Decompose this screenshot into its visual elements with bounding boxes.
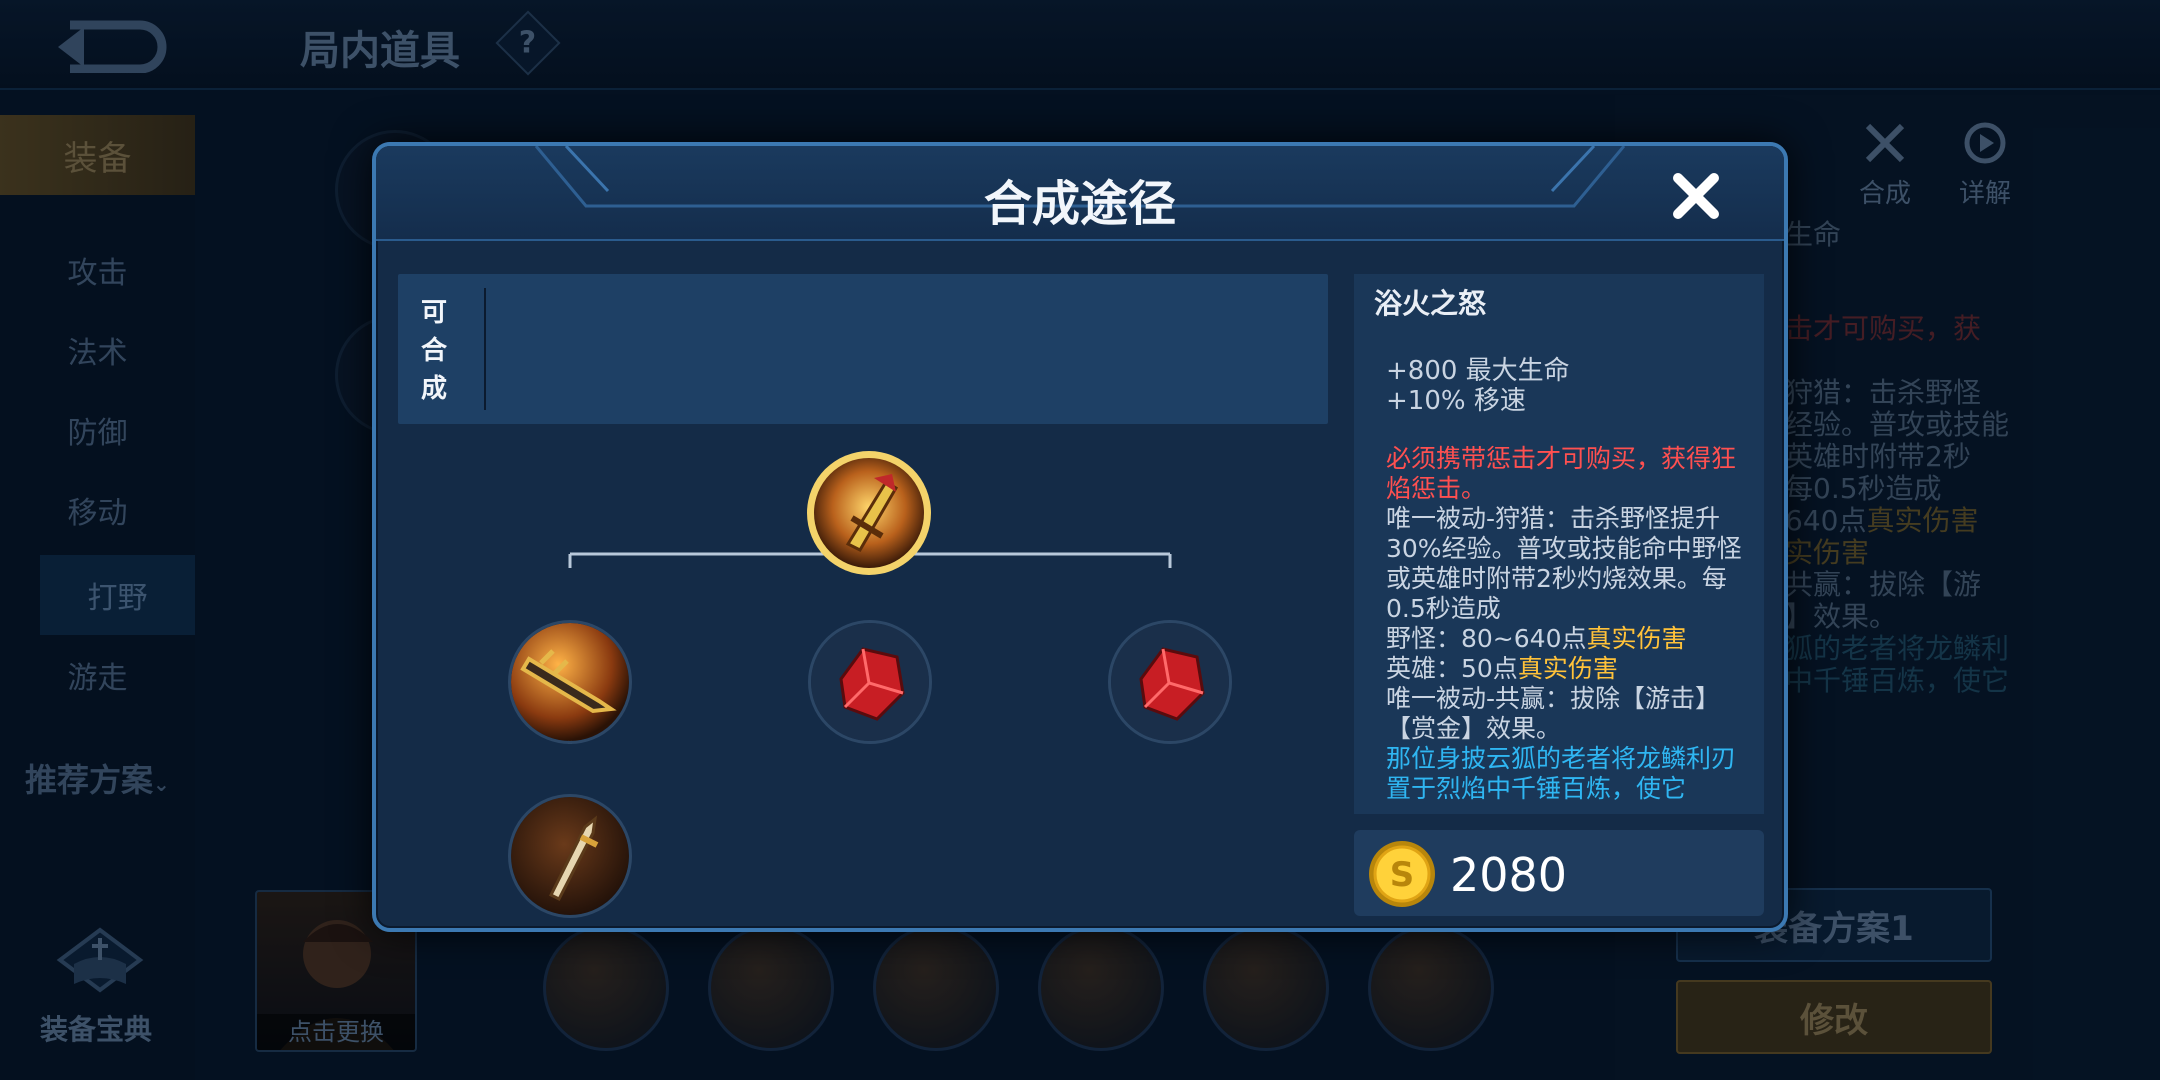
spear-item-icon — [511, 623, 629, 741]
component-node-4[interactable] — [508, 794, 632, 918]
stat-move-speed: +10% 移速 — [1386, 386, 1526, 416]
passive-win-text: 唯一被动-共赢：拔除【游击】【赏金】效果。 — [1386, 684, 1721, 743]
close-icon — [1673, 173, 1719, 219]
component-node-2[interactable] — [808, 620, 932, 744]
red-crystal-item-icon — [1111, 623, 1229, 741]
lore-text: 那位身披云狐的老者将龙鳞利刃置于烈焰中千锤百炼，使它 — [1386, 744, 1737, 803]
item-price: 2080 — [1450, 848, 1568, 902]
requirement-text: 必须携带惩击才可购买，获得狂焰惩击。 — [1386, 444, 1737, 503]
synthesis-path-dialog: 合成途径 可合成 浴火之怒 +800 最大生命 +10% 移速 必须携带惩击才可… — [372, 142, 1788, 932]
item-description: 必须携带惩击才可购买，获得狂焰惩击。 唯一被动-狩猎：击杀野怪提升30%经验。普… — [1386, 444, 1756, 804]
gold-coin-icon: S — [1369, 841, 1435, 907]
fire-blade-item-icon — [807, 451, 931, 575]
true-damage-text: 真实伤害 — [1517, 654, 1618, 683]
final-item-node[interactable] — [804, 448, 934, 578]
synthesis-tree — [376, 436, 1346, 926]
true-damage-text: 真实伤害 — [1586, 624, 1687, 653]
price-box: S 2080 — [1354, 830, 1764, 916]
red-crystal-item-icon — [811, 623, 929, 741]
component-node-1[interactable] — [508, 620, 632, 744]
hero-damage-prefix: 英雄：50点 — [1386, 654, 1518, 683]
monster-damage-line: 野怪：80~640点真实伤害 — [1386, 624, 1756, 654]
dagger-item-icon — [511, 797, 629, 915]
divider — [484, 288, 486, 410]
craftable-label: 可合成 — [420, 298, 447, 404]
close-button[interactable] — [1666, 166, 1726, 226]
item-name: 浴火之怒 — [1374, 287, 1487, 320]
item-description-panel: 浴火之怒 +800 最大生命 +10% 移速 必须携带惩击才可购买，获得狂焰惩击… — [1354, 274, 1764, 814]
component-node-3[interactable] — [1108, 620, 1232, 744]
passive-hunt-text: 唯一被动-狩猎：击杀野怪提升30%经验。普攻或技能命中野怪或英雄时附带2秒灼烧效… — [1386, 504, 1742, 623]
hero-damage-line: 英雄：50点真实伤害 — [1386, 654, 1756, 684]
monster-damage-prefix: 野怪：80~640点 — [1386, 624, 1587, 653]
craftable-panel: 可合成 — [398, 274, 1328, 424]
dialog-title: 合成途径 — [983, 176, 1176, 232]
svg-text:S: S — [1390, 855, 1415, 895]
